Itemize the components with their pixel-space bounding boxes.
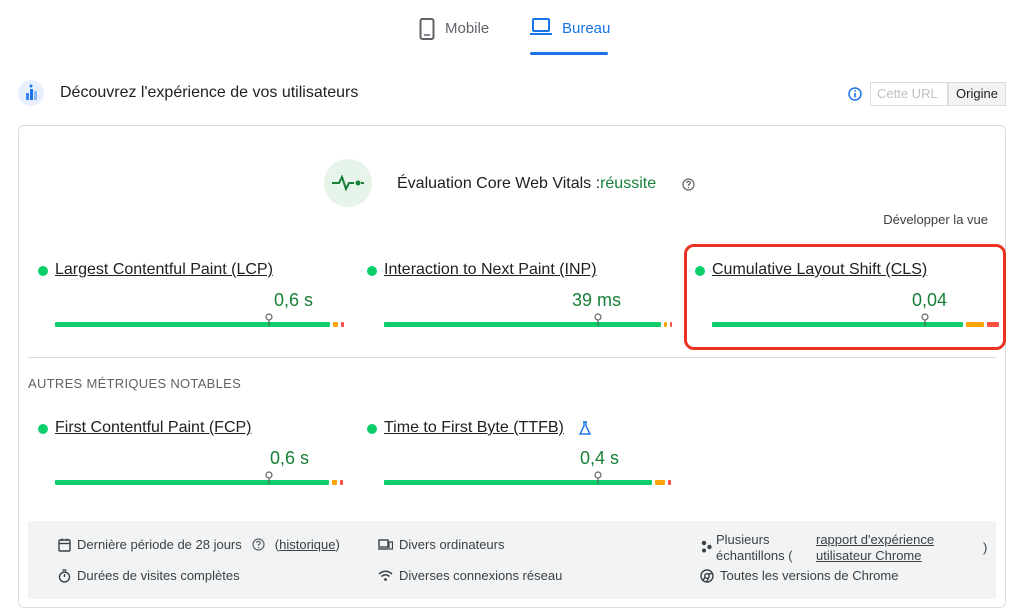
chrome-versions: Toutes les versions de Chrome [700, 568, 898, 583]
samples-text: Plusieurs échantillons ( [716, 532, 793, 563]
network-type: Diverses connexions réseau [378, 568, 562, 583]
chrome-versions-text: Toutes les versions de Chrome [720, 568, 899, 583]
samples-info: Plusieurs échantillons ( rapport d'expéri… [700, 532, 990, 566]
help-icon[interactable] [682, 178, 695, 191]
devices-icon [378, 538, 393, 550]
metric-lcp-link[interactable]: Largest Contentful Paint (LCP) [55, 261, 273, 279]
good-status-dot [367, 424, 377, 434]
device-tabs: Mobile Bureau [0, 14, 1024, 56]
cwv-label: Évaluation Core Web Vitals : [397, 175, 601, 192]
cls-highlight-annotation [684, 244, 1006, 350]
metric-ttfb: Time to First Byte (TTFB) 0,4 s [367, 419, 671, 489]
crux-logo-icon [18, 80, 44, 106]
expand-view-link[interactable]: Développer la vue [883, 212, 988, 227]
divider [28, 357, 996, 358]
toggle-this-url[interactable]: Cette URL [870, 82, 948, 106]
wifi-icon [378, 570, 393, 581]
tab-desktop[interactable]: Bureau [530, 14, 610, 56]
metric-inp-value: 39 ms [571, 290, 621, 310]
good-status-dot [38, 266, 48, 276]
data-context-footer: Dernière période de 28 jours (historique… [28, 521, 996, 599]
info-icon[interactable] [848, 87, 862, 101]
good-status-dot [38, 424, 48, 434]
metric-ttfb-value: 0,4 s [579, 448, 619, 468]
section-header: Découvrez l'expérience de vos utilisateu… [18, 80, 1006, 110]
stopwatch-icon [58, 568, 71, 583]
tab-mobile-label: Mobile [445, 20, 490, 37]
metric-lcp-value: 0,6 s [273, 290, 313, 310]
percentile-marker [265, 313, 273, 326]
distribution-bar [55, 322, 344, 327]
metric-fcp-value: 0,6 s [269, 448, 309, 468]
device-type: Divers ordinateurs [378, 537, 505, 552]
history-paren-close: ) [335, 537, 340, 552]
field-data-card: Évaluation Core Web Vitals :réussite Dév… [18, 125, 1006, 608]
history-link[interactable]: historique [279, 537, 335, 552]
metric-inp: Interaction to Next Paint (INP) 39 ms [367, 261, 672, 331]
samples-icon [701, 540, 712, 553]
visit-duration-text: Durées de visites complètes [77, 568, 240, 583]
metric-fcp-link[interactable]: First Contentful Paint (FCP) [55, 419, 252, 437]
metric-ttfb-link[interactable]: Time to First Byte (TTFB) [384, 419, 564, 437]
distribution-bar [384, 322, 672, 327]
collection-period: Dernière période de 28 jours (historique… [58, 537, 340, 552]
smartphone-icon [419, 18, 435, 40]
metric-fcp: First Contentful Paint (FCP) 0,6 s [38, 419, 343, 489]
percentile-marker [594, 471, 602, 484]
devices-text: Divers ordinateurs [399, 537, 505, 552]
percentile-marker [594, 313, 602, 326]
tab-mobile[interactable]: Mobile [419, 14, 489, 56]
network-text: Diverses connexions réseau [399, 568, 563, 583]
crux-report-link[interactable]: rapport d'expérience utilisateur Chrome [816, 532, 934, 564]
metric-lcp: Largest Contentful Paint (LCP) 0,6 s [38, 261, 344, 331]
cwv-assessment: Évaluation Core Web Vitals :réussite [397, 175, 656, 193]
help-icon[interactable] [252, 538, 265, 551]
chrome-icon [700, 568, 714, 583]
pulse-icon [332, 175, 364, 191]
section-title: Découvrez l'expérience de vos utilisateu… [60, 84, 359, 101]
period-text: Dernière période de 28 jours [77, 537, 242, 552]
experimental-flask-icon [579, 421, 591, 435]
cwv-badge [324, 159, 372, 207]
visit-duration: Durées de visites complètes [58, 568, 240, 583]
toggle-origin[interactable]: Origine [948, 82, 1006, 106]
active-tab-indicator [530, 52, 608, 55]
samples-paren-close: ) [983, 540, 988, 555]
other-metrics-heading: AUTRES MÉTRIQUES NOTABLES [28, 376, 242, 391]
cwv-status: réussite [600, 175, 657, 192]
calendar-icon [58, 538, 71, 552]
laptop-icon [530, 18, 552, 35]
good-status-dot [367, 266, 377, 276]
percentile-marker [265, 471, 273, 484]
distribution-bar [55, 480, 343, 485]
metric-inp-link[interactable]: Interaction to Next Paint (INP) [384, 261, 597, 279]
distribution-bar [384, 480, 671, 485]
tab-desktop-label: Bureau [562, 20, 611, 37]
